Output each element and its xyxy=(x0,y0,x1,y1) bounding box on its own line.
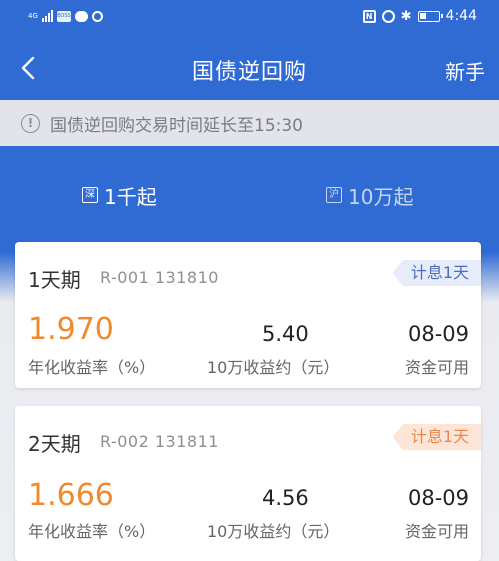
shanghai-icon: 沪 xyxy=(326,187,342,203)
annual-rate: 1.970 xyxy=(28,312,114,347)
income-label: 10万收益约（元） xyxy=(207,522,340,541)
product-card-1day[interactable]: 1天期 R-001 131810 计息1天 1.970 年化收益率（%） 5.4… xyxy=(15,242,481,388)
notice-text: 国债逆回购交易时间延长至15:30 xyxy=(50,115,303,136)
available-date: 08-09 xyxy=(407,486,469,510)
income-value: 4.56 xyxy=(262,486,309,510)
nfc-icon: N xyxy=(362,9,376,23)
annual-rate: 1.666 xyxy=(28,478,114,513)
battery-icon xyxy=(417,10,443,22)
network-type: 4G xyxy=(28,11,38,20)
available-date-label: 资金可用 xyxy=(404,358,469,377)
market-tabs: 深 1千起 沪 10万起 xyxy=(0,146,499,242)
info-icon: ! xyxy=(21,113,40,133)
tab-label: 1千起 xyxy=(104,184,157,209)
status-left: 4G BOSS xyxy=(28,10,103,22)
product-title: 2天期 xyxy=(28,432,81,456)
alarm-icon xyxy=(381,9,395,23)
interest-days-badge: 计息1天 xyxy=(392,260,481,286)
status-time: 4:44 xyxy=(445,8,477,24)
product-title: 1天期 xyxy=(28,268,81,292)
bluetooth-icon: ✱ xyxy=(400,8,412,24)
product-code: R-002 131811 xyxy=(100,432,219,451)
interest-days-badge: 计息1天 xyxy=(392,424,481,450)
available-date-label: 资金可用 xyxy=(404,522,469,541)
tab-label: 10万起 xyxy=(348,184,414,209)
notification-icon xyxy=(91,10,103,22)
tab-shenzhen[interactable]: 深 1千起 xyxy=(82,180,157,210)
boss-app-icon: BOSS xyxy=(56,10,71,22)
available-date: 08-09 xyxy=(407,322,469,346)
product-code: R-001 131810 xyxy=(100,268,219,287)
nav-bar: 国债逆回购 新手 xyxy=(0,36,499,100)
page-title: 国债逆回购 xyxy=(191,60,307,85)
product-card-2day[interactable]: 2天期 R-002 131811 计息1天 1.666 年化收益率（%） 4.5… xyxy=(15,406,481,561)
chat-bubble-icon xyxy=(74,10,88,22)
notice-bar: ! 国债逆回购交易时间延长至15:30 xyxy=(0,100,499,146)
tab-shanghai[interactable]: 沪 10万起 xyxy=(326,180,413,210)
status-bar: 4G BOSS N ✱ 4:44 xyxy=(0,0,499,36)
annual-rate-label: 年化收益率（%） xyxy=(28,522,156,541)
income-label: 10万收益约（元） xyxy=(207,358,340,377)
beginner-guide-button[interactable]: 新手 xyxy=(445,56,485,85)
shenzhen-icon: 深 xyxy=(82,187,98,203)
signal-icon xyxy=(41,10,53,22)
income-value: 5.40 xyxy=(262,322,309,346)
status-right: N ✱ 4:44 xyxy=(362,8,477,24)
annual-rate-label: 年化收益率（%） xyxy=(28,358,156,377)
